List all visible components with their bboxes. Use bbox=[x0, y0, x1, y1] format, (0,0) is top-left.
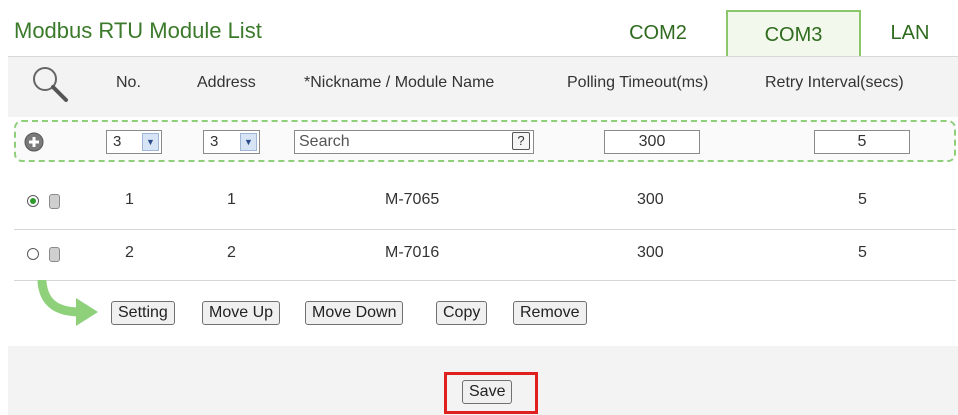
module-name: M-7065 bbox=[385, 191, 440, 208]
col-no: No. bbox=[116, 74, 141, 91]
module-icon bbox=[49, 194, 60, 209]
col-nickname: *Nickname / Module Name bbox=[304, 74, 495, 91]
module-address: 1 bbox=[227, 191, 236, 208]
module-timeout: 300 bbox=[637, 244, 664, 261]
module-address: 2 bbox=[227, 244, 236, 261]
move-down-button[interactable]: Move Down bbox=[305, 301, 404, 325]
tab-com2[interactable]: COM2 bbox=[590, 10, 726, 56]
row-divider bbox=[14, 280, 956, 281]
module-no: 1 bbox=[125, 191, 134, 208]
copy-button[interactable]: Copy bbox=[436, 301, 488, 325]
module-retry: 5 bbox=[858, 244, 867, 261]
save-button[interactable]: Save bbox=[462, 380, 513, 404]
setting-button[interactable]: Setting bbox=[111, 301, 175, 325]
module-retry: 5 bbox=[858, 191, 867, 208]
no-select[interactable]: 3 ▼ bbox=[106, 130, 162, 154]
dropdown-arrow-icon: ▼ bbox=[142, 133, 159, 151]
address-select[interactable]: 3 ▼ bbox=[203, 130, 260, 154]
module-radio[interactable] bbox=[27, 248, 39, 260]
tab-com3[interactable]: COM3 bbox=[726, 10, 861, 56]
module-radio[interactable] bbox=[27, 195, 39, 207]
dropdown-arrow-icon: ▼ bbox=[240, 133, 257, 151]
row-divider bbox=[14, 229, 956, 230]
polling-timeout-input[interactable]: 300 bbox=[604, 130, 700, 154]
col-address: Address bbox=[197, 74, 256, 91]
col-retry-interval: Retry Interval(secs) bbox=[765, 74, 904, 91]
page-title: Modbus RTU Module List bbox=[14, 18, 262, 43]
module-no: 2 bbox=[125, 244, 134, 261]
search-input[interactable]: Search bbox=[294, 130, 534, 154]
tab-lan[interactable]: LAN bbox=[862, 10, 958, 56]
col-polling-timeout: Polling Timeout(ms) bbox=[567, 74, 709, 91]
remove-button[interactable]: Remove bbox=[513, 301, 587, 325]
move-up-button[interactable]: Move Up bbox=[202, 301, 281, 325]
plus-circle-icon[interactable] bbox=[24, 132, 44, 157]
help-button[interactable]: ? bbox=[512, 132, 530, 150]
no-select-value: 3 bbox=[113, 133, 122, 150]
module-timeout: 300 bbox=[637, 191, 664, 208]
magnifier-icon[interactable] bbox=[30, 64, 70, 109]
module-name: M-7016 bbox=[385, 244, 440, 261]
green-curved-arrow-icon bbox=[36, 277, 106, 337]
module-icon bbox=[49, 247, 60, 262]
retry-interval-input[interactable]: 5 bbox=[814, 130, 910, 154]
address-select-value: 3 bbox=[210, 133, 219, 150]
